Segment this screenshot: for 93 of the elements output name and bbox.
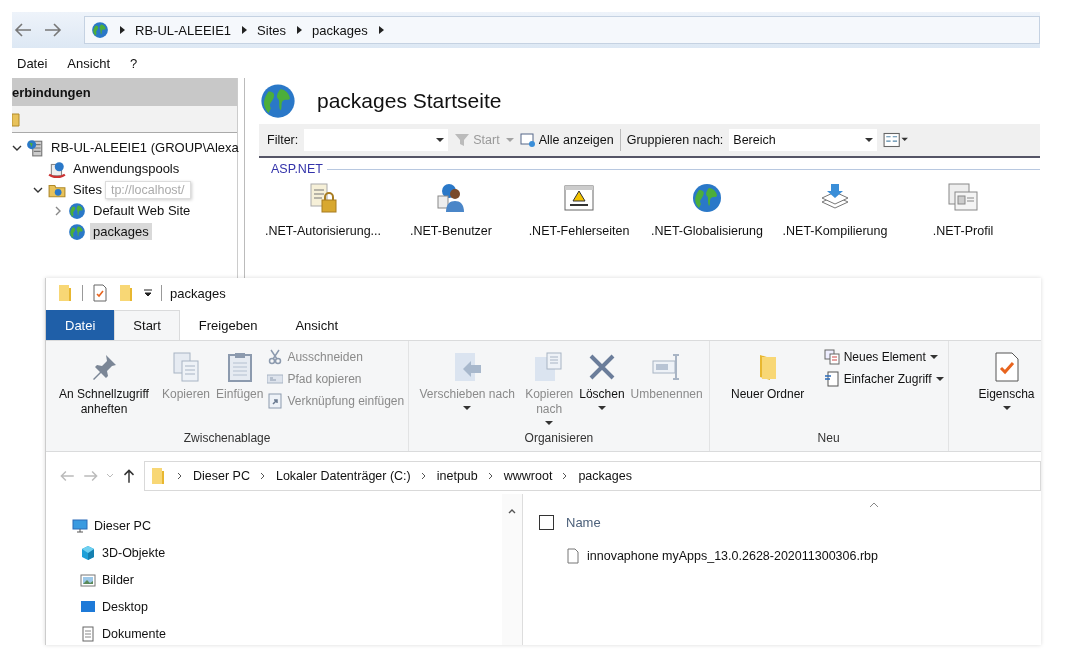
ribbon-button[interactable]: Neuer Ordner xyxy=(713,347,822,431)
ribbon-button[interactable]: Neues Element xyxy=(823,349,944,365)
feature-item[interactable]: .NET-Benutzer xyxy=(387,182,515,238)
profile-window-icon xyxy=(947,182,979,214)
navigation-item[interactable]: 3D-Objekte xyxy=(72,539,502,566)
group-label: Neu xyxy=(816,431,841,447)
navigation-item[interactable]: Dieser PC xyxy=(72,512,502,539)
navigation-item[interactable]: Bilder xyxy=(72,566,502,593)
warning-page-icon xyxy=(563,182,595,214)
image-icon xyxy=(80,571,96,588)
tree-item[interactable]: packages xyxy=(12,221,237,242)
ribbon-tab[interactable]: Ansicht xyxy=(276,310,357,340)
ribbon-tab[interactable]: Start xyxy=(114,310,180,340)
ribbon-button[interactable]: An Schnellzugriff anheften xyxy=(50,347,158,431)
window-title: packages xyxy=(170,285,226,301)
computer-icon xyxy=(72,517,88,534)
globe-icon xyxy=(68,201,86,220)
server-icon xyxy=(26,138,44,157)
lock-icon xyxy=(307,182,339,214)
breadcrumb[interactable]: wwwroot xyxy=(503,469,553,483)
breadcrumb[interactable]: Dieser PC xyxy=(193,469,250,483)
ribbon-button[interactable]: Löschen xyxy=(577,347,627,431)
globe-icon xyxy=(68,222,86,241)
folder-icon xyxy=(56,284,74,302)
menu-item[interactable]: ? xyxy=(130,55,138,71)
tree-item[interactable]: Anwendungspools xyxy=(12,158,237,179)
feature-item[interactable]: .NET-Autorisierung... xyxy=(259,182,387,238)
navigation-item[interactable]: Desktop xyxy=(72,593,502,620)
cube-icon xyxy=(80,544,96,561)
tooltip: tp://localhost/ xyxy=(104,180,191,199)
tree-item[interactable]: RB-UL-ALEEIE1 (GROUP\Alexa xyxy=(12,137,237,158)
dropdown-arrow-icon xyxy=(505,138,514,142)
group-label: Zwischenablage xyxy=(182,431,272,447)
folder-icon xyxy=(149,467,167,485)
group-label: Organisieren xyxy=(523,431,595,447)
ribbon-tab[interactable]: Freigeben xyxy=(179,310,277,340)
file-item[interactable]: innovaphone myApps_13.0.2628-202011300306.rbp xyxy=(539,544,1041,568)
dropdown-arrow-icon xyxy=(436,138,445,142)
ribbon-button[interactable]: Eigenscha xyxy=(952,347,1041,451)
globe-icon xyxy=(691,182,723,214)
ribbon-button[interactable]: Einfacher Zugriff xyxy=(823,371,944,387)
filter-label: Filter: xyxy=(267,133,299,147)
breadcrumb-arrow-icon xyxy=(377,26,384,34)
funnel-icon xyxy=(454,132,471,148)
panel-header: erbindungen xyxy=(12,78,237,106)
new-item-icon xyxy=(823,349,840,365)
scissors-icon xyxy=(267,349,284,365)
easy-access-icon xyxy=(823,371,840,387)
dropdown-arrow-icon xyxy=(865,138,874,142)
breadcrumb[interactable]: Lokaler Datenträger (C:) xyxy=(275,469,411,483)
breadcrumb[interactable]: packages xyxy=(578,469,632,483)
breadcrumb[interactable]: Sites xyxy=(257,22,286,38)
group-by-label: Gruppieren nach: xyxy=(626,133,724,147)
file-icon xyxy=(565,548,581,564)
navigation-item[interactable]: Dokumente xyxy=(72,620,502,645)
document-icon xyxy=(80,625,96,642)
feature-item[interactable]: .NET-Fehlerseiten xyxy=(515,182,643,238)
menu-item[interactable]: Datei xyxy=(17,55,48,71)
copy-icon xyxy=(170,351,202,383)
feature-item[interactable]: .NET-Profil xyxy=(899,182,1027,238)
tree-item[interactable]: Default Web Site xyxy=(12,200,237,221)
section-title: ASP.NET xyxy=(271,162,323,176)
address-bar[interactable]: RB-UL-ALEEIE1 Sites packages xyxy=(84,16,1040,44)
path-icon xyxy=(267,371,284,387)
group-by-dropdown[interactable]: Bereich xyxy=(729,129,878,151)
show-all-button[interactable]: Alle anzeigen xyxy=(519,132,614,148)
breadcrumb[interactable]: packages xyxy=(312,22,368,38)
globe-icon xyxy=(91,21,109,39)
monitor-icon xyxy=(80,598,96,615)
menu-item[interactable]: Ansicht xyxy=(67,55,110,71)
view-button[interactable] xyxy=(883,132,910,148)
page-title: packages Startseite xyxy=(317,89,502,113)
list-window-icon xyxy=(519,132,536,148)
column-header[interactable]: Name xyxy=(566,514,601,530)
breadcrumb[interactable]: RB-UL-ALEEIE1 xyxy=(135,22,232,38)
pool-icon xyxy=(48,159,66,178)
chevron-right-icon[interactable] xyxy=(53,205,63,216)
tree-item[interactable]: Sites tp://localhost/ xyxy=(12,179,237,200)
breadcrumb[interactable]: inetpub xyxy=(436,469,478,483)
shortcut-icon xyxy=(267,393,284,409)
checkbox[interactable] xyxy=(539,514,554,530)
address-bar[interactable]: Dieser PC Lokaler Datenträger (C:) inetpub wwwroot packages xyxy=(144,461,1041,491)
globe-icon xyxy=(259,82,297,120)
user-icon xyxy=(435,182,467,214)
breadcrumb-arrow-icon xyxy=(241,26,248,34)
customize-arrow-icon[interactable] xyxy=(143,288,153,298)
feature-item[interactable]: .NET-Globalisierung xyxy=(643,182,771,238)
ribbon-tab[interactable]: Datei xyxy=(46,310,115,340)
breadcrumb-arrow-icon xyxy=(119,26,125,34)
breadcrumb-arrow-icon xyxy=(296,26,302,34)
properties-icon[interactable] xyxy=(91,284,109,302)
filter-field[interactable] xyxy=(304,129,449,151)
feature-item[interactable]: .NET-Kompilierung xyxy=(771,182,899,238)
